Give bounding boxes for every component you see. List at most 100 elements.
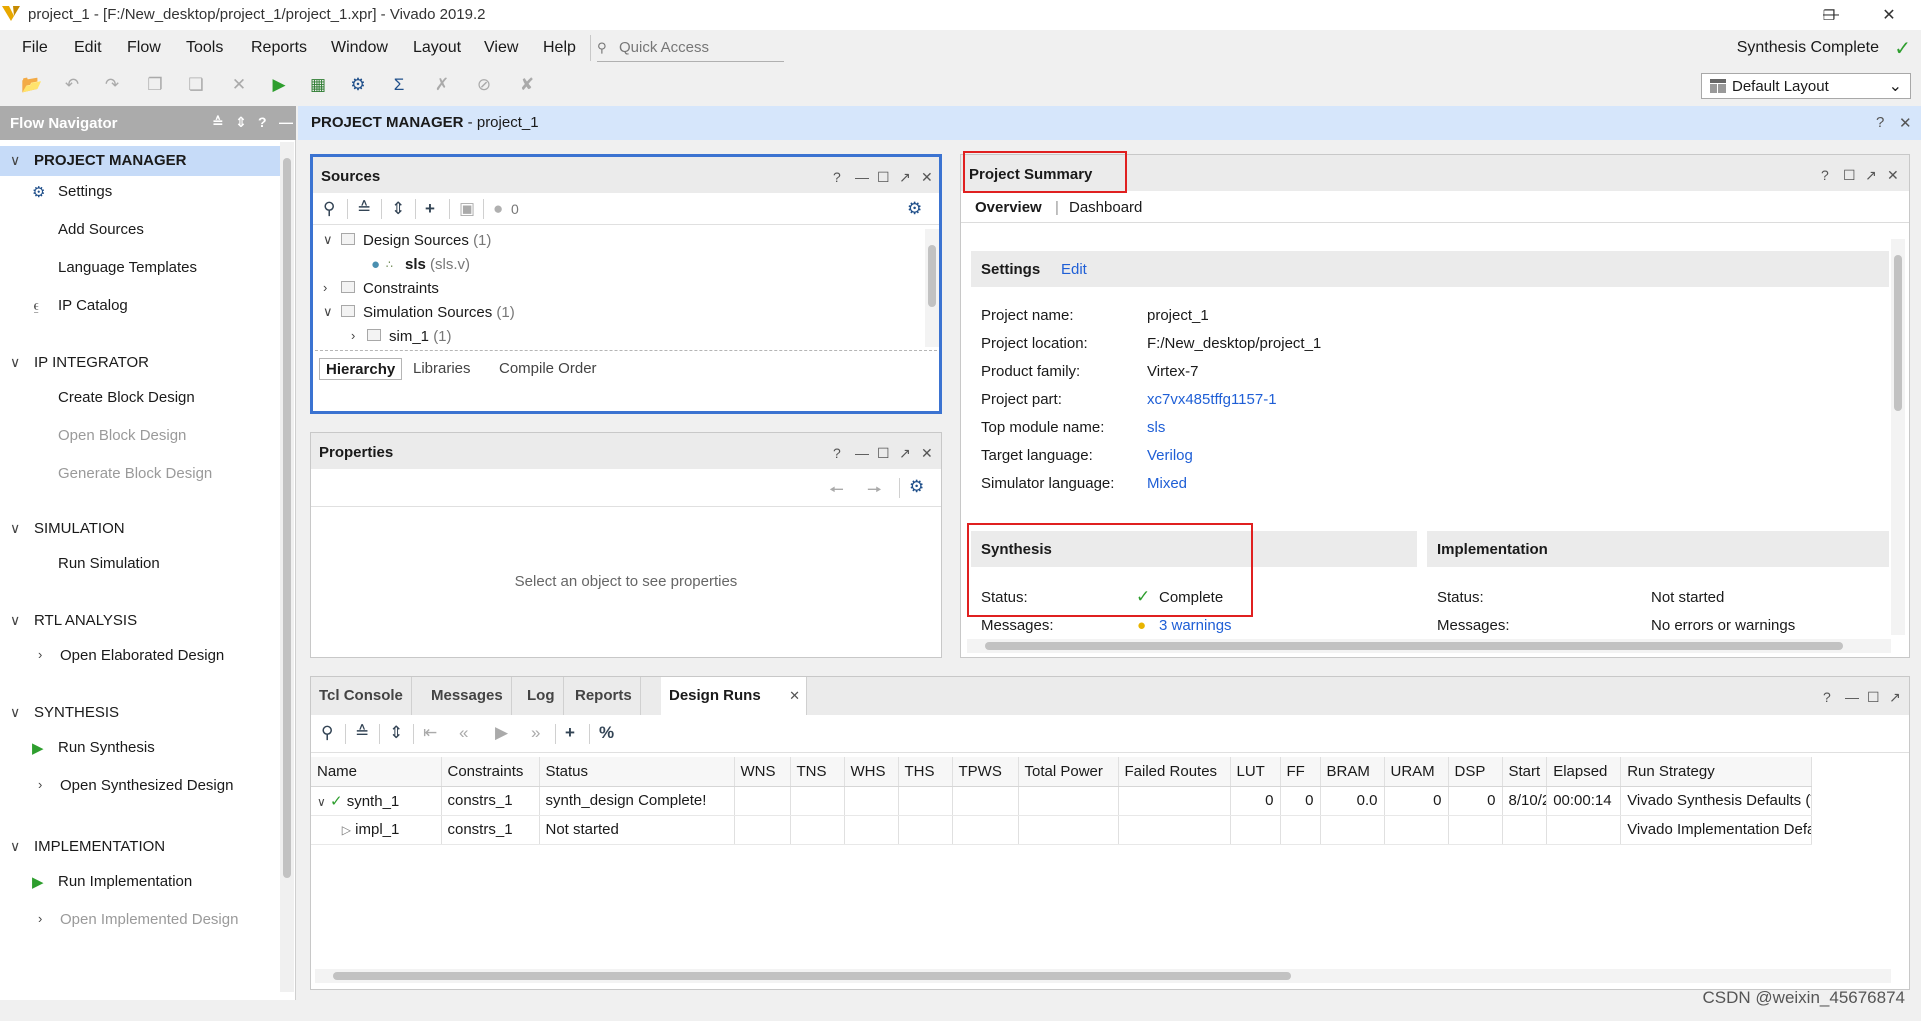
settings-gear-icon[interactable]: ⚙ [346,74,370,96]
tab-design-runs[interactable]: Design Runs ✕ [661,677,807,715]
simulator-language-link[interactable]: Mixed [1147,475,1187,492]
collapse-all-icon[interactable]: ≙ [357,199,371,219]
nav-item-run-simulation[interactable]: Run Simulation [0,550,280,578]
minimize-icon[interactable]: — [855,445,869,461]
scrollbar-thumb[interactable] [928,245,936,307]
back-arrow-icon[interactable]: 🠔 [829,477,844,506]
layout-select[interactable]: Default Layout ⌄ [1701,73,1911,99]
add-icon[interactable]: + [565,723,575,743]
column-header[interactable]: WNS [734,757,791,787]
maximize-icon[interactable]: ☐ [1867,689,1880,706]
help-icon[interactable]: ? [258,114,267,130]
tab-overview[interactable]: Overview [975,199,1042,216]
flow-navigator-scrollbar[interactable] [280,142,294,992]
nav-item-run-synthesis[interactable]: ▶ Run Synthesis [0,734,280,762]
close-window-icon[interactable]: ✕ [1860,0,1918,30]
table-row[interactable]: ∨ ✓ synth_1 constrs_1 synth_design Compl… [311,786,1813,816]
sources-scrollbar[interactable] [925,229,939,347]
column-header[interactable]: WHS [844,757,899,787]
scrollbar-thumb[interactable] [985,642,1843,650]
gear-icon[interactable]: ⚙ [909,477,924,497]
minimize-panel-icon[interactable]: — [279,114,293,130]
menu-file[interactable]: File [22,39,48,57]
paste-icon[interactable]: ❏ [184,74,208,96]
menu-reports[interactable]: Reports [251,39,307,57]
menu-flow[interactable]: Flow [127,39,161,57]
nav-section-rtl-analysis[interactable]: ∨ RTL ANALYSIS [0,606,280,636]
summary-vertical-scrollbar[interactable] [1891,239,1905,635]
float-icon[interactable]: ↗ [1865,167,1877,184]
minimize-icon[interactable]: — [1845,689,1859,705]
program-device-icon[interactable]: ▦ [306,74,330,96]
tab-compile-order[interactable]: Compile Order [493,358,603,380]
nav-section-ip-integrator[interactable]: ∨ IP INTEGRATOR [0,348,280,378]
previous-icon[interactable]: « [459,723,468,743]
column-header[interactable]: FF [1280,757,1321,787]
column-header[interactable]: URAM [1384,757,1449,787]
nav-section-synthesis[interactable]: ∨ SYNTHESIS [0,698,280,728]
menu-window[interactable]: Window [331,39,388,57]
menu-view[interactable]: View [484,39,518,57]
column-header[interactable]: Total Power [1018,757,1119,787]
expand-all-icon[interactable]: ⇕ [391,199,405,219]
menu-help[interactable]: Help [543,39,576,57]
menu-tools[interactable]: Tools [186,39,223,57]
nav-item-generate-block-design[interactable]: Generate Block Design [0,460,280,488]
nav-item-add-sources[interactable]: Add Sources [0,216,280,244]
summary-horizontal-scrollbar[interactable] [967,639,1891,653]
maximize-icon[interactable]: ☐ [877,169,890,186]
close-icon[interactable]: ✕ [921,169,933,186]
nav-section-implementation[interactable]: ∨ IMPLEMENTATION [0,832,280,862]
quick-access-input[interactable]: ⚲ Quick Access [597,34,784,62]
column-header[interactable]: THS [898,757,953,787]
close-icon[interactable]: ✕ [1887,167,1899,184]
help-icon[interactable]: ? [833,169,841,185]
maximize-icon[interactable]: ☐ [877,445,890,462]
tab-reports[interactable]: Reports [567,677,641,715]
nav-item-open-elaborated-design[interactable]: › Open Elaborated Design [0,642,280,670]
run-name-cell[interactable]: ▷ impl_1 [311,815,442,845]
column-header[interactable]: TNS [790,757,845,787]
close-icon[interactable]: ✕ [1899,114,1912,132]
nav-item-settings[interactable]: ⚙ Settings [0,178,280,206]
help-icon[interactable]: ? [1876,114,1884,131]
nav-item-create-block-design[interactable]: Create Block Design [0,384,280,412]
tab-log[interactable]: Log [519,677,564,715]
column-header[interactable]: Start [1502,757,1548,787]
first-icon[interactable]: ⇤ [423,723,437,743]
search-icon[interactable]: ⚲ [323,199,335,219]
maximize-icon[interactable]: ☐ [1843,167,1856,184]
project-part-link[interactable]: xc7vx485tffg1157-1 [1147,391,1277,408]
runs-horizontal-scrollbar[interactable] [315,969,1891,983]
column-header[interactable]: Constraints [441,757,540,787]
collapse-all-icon[interactable]: ≙ [212,114,224,131]
close-tab-icon[interactable]: ✕ [789,688,800,704]
menu-layout[interactable]: Layout [413,39,461,57]
search-icon[interactable]: ⚲ [321,723,333,743]
float-icon[interactable]: ↗ [899,445,911,462]
column-header[interactable]: TPWS [952,757,1019,787]
close-icon[interactable]: ✕ [921,445,933,462]
float-icon[interactable]: ↗ [1889,689,1901,706]
tab-messages[interactable]: Messages [423,677,512,715]
top-module-link[interactable]: sls [1147,419,1165,436]
column-header[interactable]: Name [311,757,442,787]
tab-hierarchy[interactable]: Hierarchy [319,358,403,380]
tool-disabled-1-icon[interactable]: ✗ [430,74,454,96]
add-icon[interactable]: + [425,199,435,219]
column-header[interactable]: Status [539,757,735,787]
column-header[interactable]: Elapsed [1546,757,1622,787]
column-header[interactable]: Run Strategy [1620,757,1813,787]
tab-dashboard[interactable]: Dashboard [1069,199,1142,216]
nav-section-simulation[interactable]: ∨ SIMULATION [0,514,280,544]
next-icon[interactable]: » [531,723,540,743]
open-project-icon[interactable]: 📂 [20,74,44,96]
expand-all-icon[interactable]: ⇕ [235,114,247,131]
nav-item-open-implemented-design[interactable]: › Open Implemented Design [0,906,280,934]
help-icon[interactable]: ? [833,445,841,461]
run-name-cell[interactable]: ∨ ✓ synth_1 [311,786,442,816]
scrollbar-thumb[interactable] [283,158,291,878]
collapse-all-icon[interactable]: ≙ [355,723,369,743]
table-row[interactable]: ▷ impl_1 constrs_1 Not started Vivado Im… [311,815,1813,845]
nav-item-open-block-design[interactable]: Open Block Design [0,422,280,450]
